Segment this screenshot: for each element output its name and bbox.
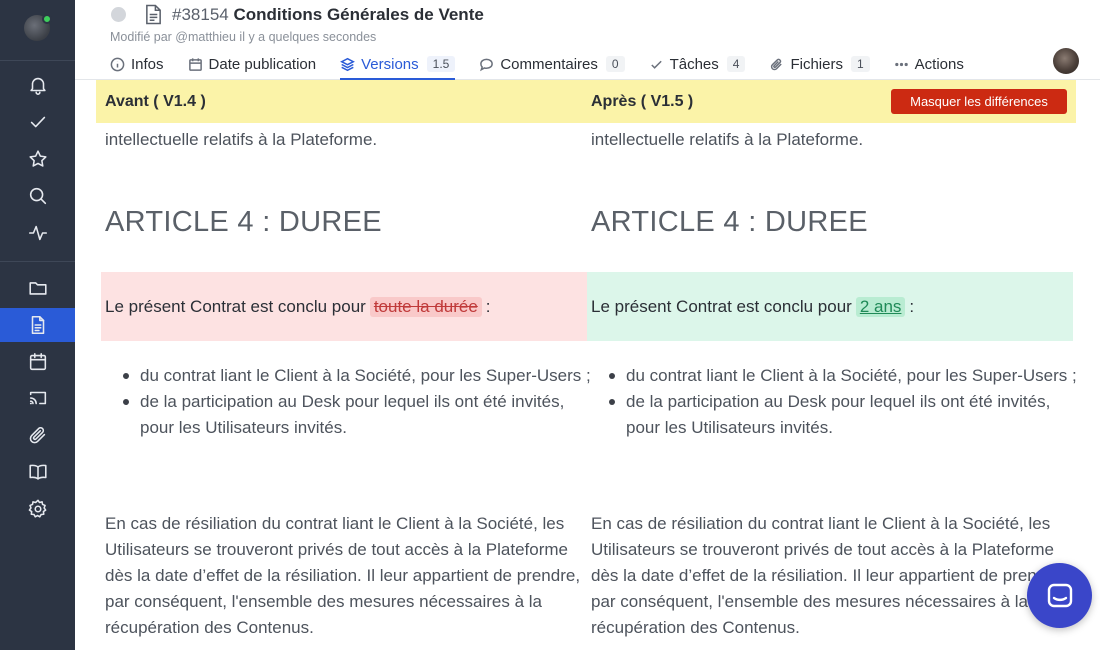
inserted-text: 2 ans	[855, 296, 906, 317]
online-status-dot	[42, 14, 52, 24]
tab-label: Date publication	[208, 55, 317, 73]
tab-date-publication[interactable]: Date publication	[188, 49, 317, 79]
deleted-text: toute la durée	[369, 296, 482, 317]
diff-suffix-text: :	[909, 296, 915, 316]
tab-label: Commentaires	[500, 55, 598, 73]
paragraph: En cas de résiliation du contrat liant l…	[591, 514, 1067, 637]
list-item: du contrat liant le Client à la Société,…	[123, 363, 595, 389]
document-title[interactable]: Conditions Générales de Vente	[233, 5, 483, 24]
bullet-list: du contrat liant le Client à la Société,…	[123, 363, 595, 441]
document-header: #38154 Conditions Générales de Vente Mod…	[75, 0, 1100, 80]
sidebar-item-cast[interactable]	[0, 381, 75, 415]
info-icon	[110, 57, 125, 71]
workspace-logo[interactable]	[24, 14, 52, 41]
document-number: #38154	[172, 5, 229, 24]
list-item: de la participation au Desk pour lequel …	[609, 389, 1081, 441]
document-icon	[31, 315, 44, 335]
tab-taches[interactable]: Tâches 4	[649, 49, 746, 79]
sidebar-item-attachments[interactable]	[0, 418, 75, 452]
list-item: du contrat liant le Client à la Société,…	[609, 363, 1081, 389]
bell-icon	[29, 77, 46, 95]
tab-infos[interactable]: Infos	[110, 49, 164, 79]
book-icon	[28, 464, 47, 480]
tab-label: Versions	[361, 55, 419, 73]
diff-prefix-text: Le présent Contrat est conclu pour	[105, 296, 366, 316]
tab-commentaires[interactable]: Commentaires 0	[479, 49, 625, 79]
calendar-icon	[29, 352, 46, 371]
layers-icon	[340, 57, 356, 71]
tab-label: Actions	[914, 55, 964, 73]
bullet-list: du contrat liant le Client à la Société,…	[609, 363, 1081, 441]
sidebar-item-settings[interactable]	[0, 492, 75, 526]
document-type-icon	[144, 4, 163, 30]
sidebar-item-favorites[interactable]	[0, 142, 75, 176]
cast-icon	[29, 391, 46, 405]
check-icon	[30, 116, 45, 128]
activity-icon	[28, 225, 47, 241]
intro-line: intellectuelle relatifs à la Plateforme.	[591, 130, 864, 149]
page-title: #38154 Conditions Générales de Vente	[172, 5, 484, 25]
article-heading: ARTICLE 4 : DUREE	[591, 206, 868, 238]
tab-label: Fichiers	[790, 55, 843, 73]
sidebar-item-activity[interactable]	[0, 216, 75, 250]
compare-header-bar: Avant ( V1.4 ) Après ( V1.5 ) Masquer le…	[96, 80, 1076, 123]
intro-line: intellectuelle relatifs à la Plateforme.	[105, 130, 378, 149]
folder-icon	[28, 282, 47, 295]
sidebar-item-search[interactable]	[0, 179, 75, 213]
sidebar-item-calendar[interactable]	[0, 345, 75, 379]
hide-differences-button[interactable]: Masquer les différences	[891, 89, 1067, 114]
gear-icon	[28, 499, 46, 518]
sidebar-item-notifications[interactable]	[0, 68, 75, 102]
before-version-label: Avant ( V1.4 )	[105, 93, 206, 110]
avatar[interactable]	[1053, 48, 1079, 74]
after-version-label: Après ( V1.5 )	[591, 93, 694, 110]
search-icon	[29, 187, 46, 205]
more-icon	[894, 62, 908, 66]
diff-removed-line: Le présent Contrat est conclu pour toute…	[101, 272, 587, 341]
sidebar-item-tasks[interactable]	[0, 105, 75, 139]
sidebar-divider	[0, 60, 75, 61]
list-item: de la participation au Desk pour lequel …	[123, 389, 595, 441]
document-tabs: Infos Date publication Versions 1.5 Comm…	[110, 49, 988, 80]
sidebar	[0, 0, 75, 650]
comments-count-badge: 0	[605, 56, 625, 72]
calendar-icon	[188, 57, 202, 71]
version-badge: 1.5	[426, 56, 456, 72]
article-heading: ARTICLE 4 : DUREE	[105, 206, 382, 238]
diff-added-line: Le présent Contrat est conclu pour 2 ans…	[587, 272, 1073, 341]
paragraph: En cas de résiliation du contrat liant l…	[105, 514, 581, 637]
tab-actions[interactable]: Actions	[894, 49, 964, 79]
tab-label: Infos	[131, 55, 164, 73]
sidebar-divider	[0, 261, 75, 262]
chat-launcher-button[interactable]	[1027, 563, 1092, 628]
diff-suffix-text: :	[485, 296, 491, 316]
tab-fichiers[interactable]: Fichiers 1	[769, 49, 870, 79]
comment-icon	[480, 58, 494, 71]
sidebar-item-folders[interactable]	[0, 271, 75, 305]
tab-versions[interactable]: Versions 1.5	[340, 49, 456, 80]
tab-label: Tâches	[669, 55, 719, 73]
files-count-badge: 1	[850, 56, 870, 72]
sidebar-item-documents[interactable]	[0, 308, 75, 342]
status-indicator[interactable]	[111, 7, 126, 22]
tasks-count-badge: 4	[726, 56, 746, 72]
modified-info: Modifié par @matthieu il y a quelques se…	[110, 30, 377, 44]
check-icon	[650, 60, 662, 69]
paperclip-icon	[771, 58, 783, 70]
sidebar-item-guides[interactable]	[0, 455, 75, 489]
versions-compare-view: Avant ( V1.4 ) Après ( V1.5 ) Masquer le…	[75, 80, 1100, 650]
chat-icon	[1047, 583, 1072, 607]
star-icon	[28, 150, 47, 167]
paperclip-icon	[29, 427, 45, 444]
diff-prefix-text: Le présent Contrat est conclu pour	[591, 296, 852, 316]
